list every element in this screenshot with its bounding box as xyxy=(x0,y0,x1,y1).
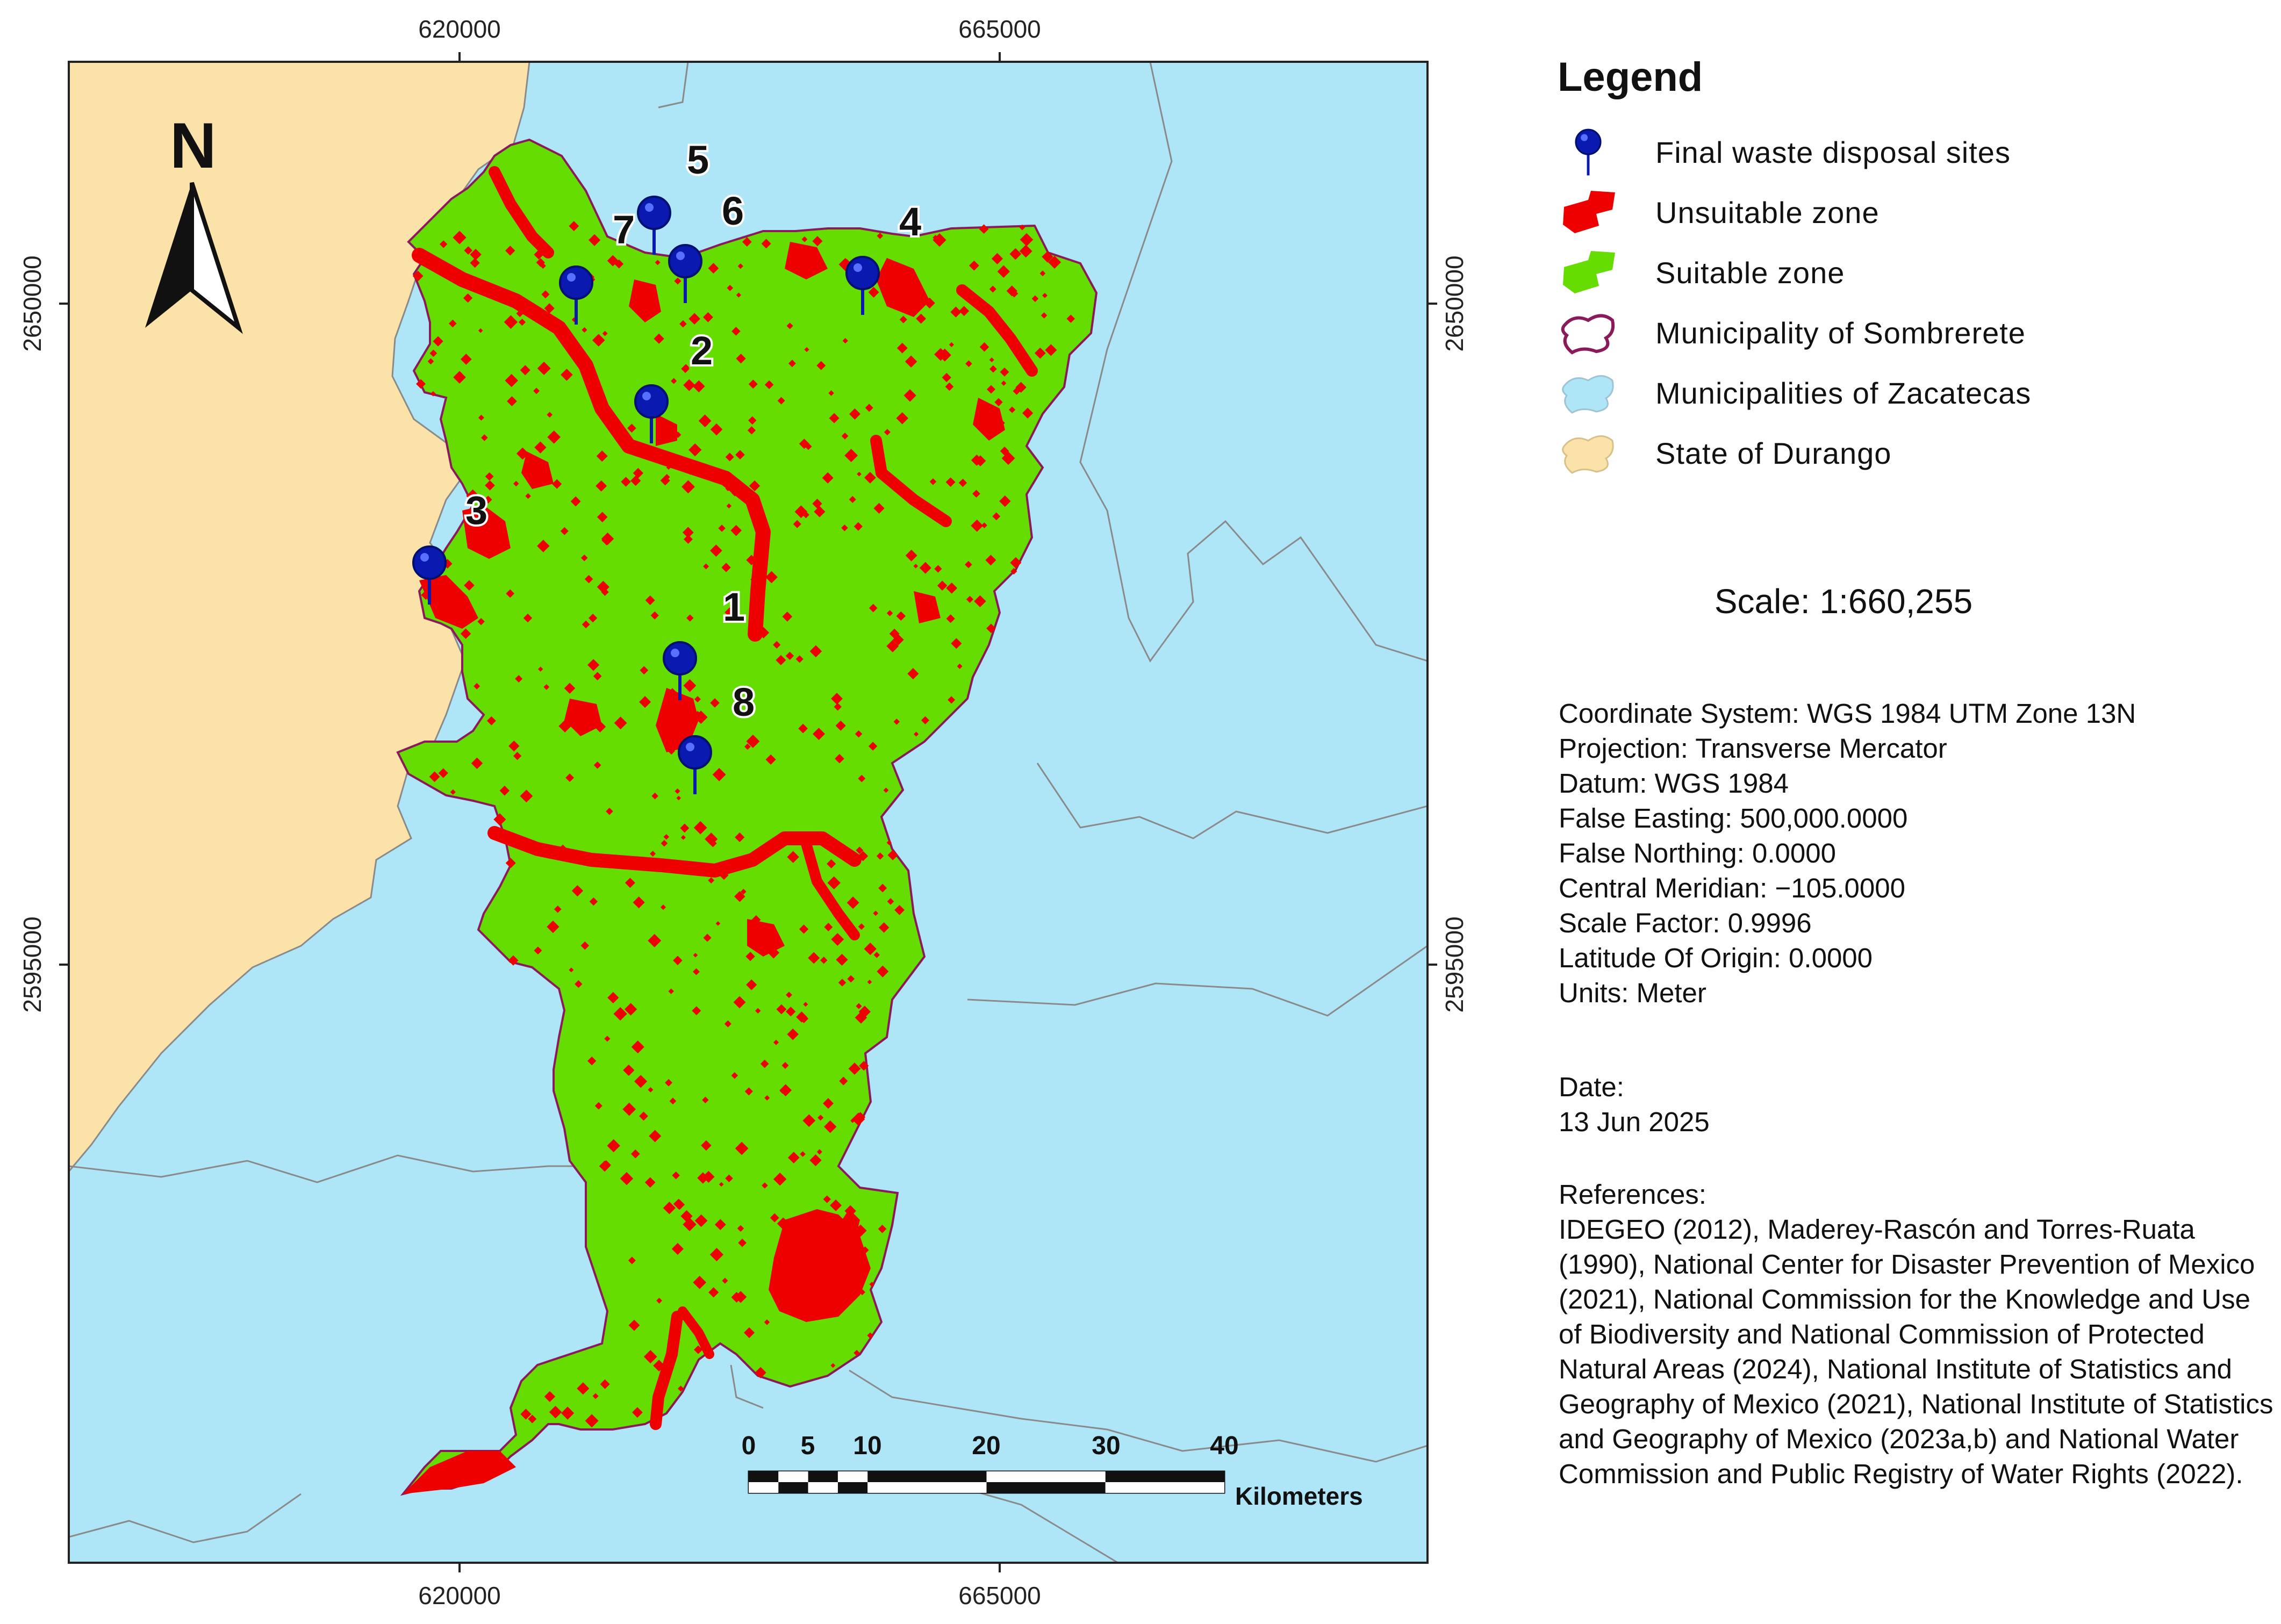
legend-title: Legend xyxy=(1558,54,1703,100)
scale-tick-40: 40 xyxy=(1210,1432,1238,1460)
legend-label: State of Durango xyxy=(1655,436,1892,470)
legend-label: Municipality of Sombrerete xyxy=(1655,315,2026,350)
scale-tick-20: 20 xyxy=(972,1432,1000,1460)
site-number-7: 7 xyxy=(613,207,635,252)
metadata-line: Datum: WGS 1984 xyxy=(1559,768,1789,799)
red-patch-icon xyxy=(1563,191,1615,233)
legend-label: Final waste disposal sites xyxy=(1655,135,2011,169)
site-number-8: 8 xyxy=(733,680,755,724)
y-tick-right-2595000: 2595000 xyxy=(1440,916,1468,1012)
north-label: N xyxy=(170,110,217,182)
coordinate-metadata: Coordinate System: WGS 1984 UTM Zone 13N… xyxy=(1559,696,2273,1010)
scale-bar-segments xyxy=(748,1470,1225,1494)
date-label: Date: xyxy=(1559,1072,1624,1102)
site-number-5: 5 xyxy=(687,138,709,182)
site-number-1: 1 xyxy=(723,585,745,629)
metadata-line: Coordinate System: WGS 1984 UTM Zone 13N xyxy=(1559,698,2136,729)
scale-tick-5: 5 xyxy=(801,1432,815,1460)
references-label: References: xyxy=(1559,1179,1706,1210)
scale-tick-10: 10 xyxy=(853,1432,881,1460)
date-block: Date: 13 Jun 2025 xyxy=(1559,1069,1710,1139)
green-patch-icon xyxy=(1563,251,1615,293)
scale-ratio-text: Scale: 1:660,255 xyxy=(1714,582,1973,621)
metadata-line: Scale Factor: 0.9996 xyxy=(1559,908,1812,938)
legend-label: Suitable zone xyxy=(1655,255,1845,290)
legend-label: Unsuitable zone xyxy=(1655,195,1880,229)
metadata-line: Projection: Transverse Mercator xyxy=(1559,733,1947,764)
legend-item-disposal-sites: Final waste disposal sites xyxy=(1548,122,2268,182)
site-number-3: 3 xyxy=(465,488,487,533)
x-tick-top-665000: 665000 xyxy=(958,15,1041,43)
site-number-4: 4 xyxy=(899,199,921,244)
legend-panel: Legend Final waste disposal sites Unsuit… xyxy=(1548,54,2268,483)
x-tick-bottom-620000: 620000 xyxy=(418,1582,501,1609)
y-tick-left-2650000: 2650000 xyxy=(18,255,46,351)
metadata-line: Latitude Of Origin: 0.0000 xyxy=(1559,943,1873,973)
legend-item-unsuitable-zone: Unsuitable zone xyxy=(1548,182,2268,242)
site-number-6: 6 xyxy=(722,189,744,233)
legend-item-durango: State of Durango xyxy=(1548,423,2268,483)
scale-tick-30: 30 xyxy=(1092,1432,1120,1460)
legend-item-suitable-zone: Suitable zone xyxy=(1548,242,2268,303)
legend-item-zacatecas: Municipalities of Zacatecas xyxy=(1548,363,2268,423)
map-frame: 1 2 3 4 5 6 7 8 N 0 5 10 20 30 40 Kilome… xyxy=(69,62,1428,1563)
outline-patch-icon xyxy=(1561,314,1615,355)
tan-patch-icon xyxy=(1562,435,1614,474)
y-tick-left-2595000: 2595000 xyxy=(18,916,46,1012)
scale-unit-label: Kilometers xyxy=(1235,1482,1363,1510)
scale-tick-0: 0 xyxy=(742,1432,756,1460)
date-value: 13 Jun 2025 xyxy=(1559,1106,1710,1137)
metadata-line: False Northing: 0.0000 xyxy=(1559,838,1836,868)
legend-item-sombrerete: Municipality of Sombrerete xyxy=(1548,303,2268,363)
metadata-line: False Easting: 500,000.0000 xyxy=(1559,803,1908,833)
legend-label: Municipalities of Zacatecas xyxy=(1655,376,2032,410)
references-text: IDEGEO (2012), Maderey-Rascón and Torres… xyxy=(1559,1214,2273,1489)
metadata-line: Central Meridian: −105.0000 xyxy=(1559,873,1905,903)
site-number-2: 2 xyxy=(691,328,713,373)
y-tick-right-2650000: 2650000 xyxy=(1440,255,1468,351)
map-pin-icon xyxy=(1575,128,1602,176)
blue-patch-icon xyxy=(1562,375,1614,414)
x-tick-top-620000: 620000 xyxy=(418,15,501,43)
references-block: References: IDEGEO (2012), Maderey-Rascó… xyxy=(1559,1177,2279,1491)
x-tick-bottom-665000: 665000 xyxy=(958,1582,1041,1609)
metadata-line: Units: Meter xyxy=(1559,978,1706,1008)
